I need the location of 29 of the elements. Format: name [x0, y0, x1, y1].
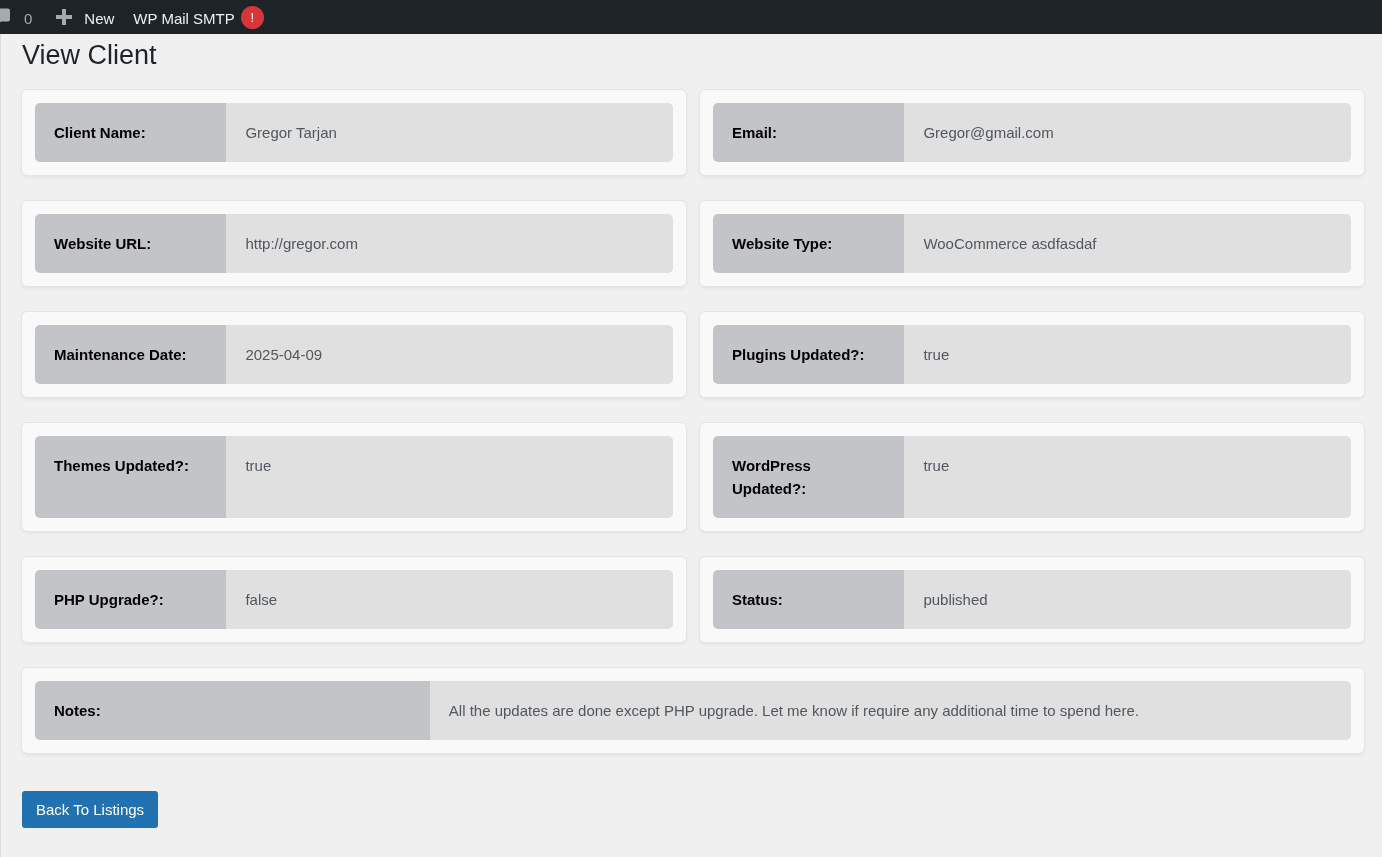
- field-value: published: [904, 570, 1351, 629]
- field-value: WooCommerce asdfasdaf: [904, 214, 1351, 273]
- field-label: Themes Updated?:: [35, 436, 227, 518]
- field-value: Gregor Tarjan: [226, 103, 673, 162]
- field-value: http://gregor.com: [226, 214, 673, 273]
- field-label: Client Name:: [35, 103, 227, 162]
- field-label: WordPress Updated?:: [713, 436, 905, 518]
- field-label: Plugins Updated?:: [713, 325, 905, 384]
- plugin-link[interactable]: WP Mail SMTP !: [133, 0, 264, 34]
- field-value: false: [226, 570, 673, 629]
- field-label: Email:: [713, 103, 905, 162]
- comments-link[interactable]: 0: [0, 0, 33, 34]
- field-label: Website URL:: [35, 214, 227, 273]
- new-link[interactable]: New: [56, 0, 115, 34]
- field-value: true: [904, 325, 1351, 384]
- field-label: PHP Upgrade?:: [35, 570, 227, 629]
- field-label: Status:: [713, 570, 905, 629]
- notification-badge: !: [240, 5, 264, 29]
- field-label: Website Type:: [713, 214, 905, 273]
- field-value: true: [226, 436, 673, 518]
- page-title: View Client: [22, 39, 157, 72]
- back-button[interactable]: Back To Listings: [22, 791, 159, 828]
- field-label: Notes:: [35, 681, 430, 740]
- field-value: Gregor@gmail.com: [904, 103, 1351, 162]
- field-value: 2025-04-09: [226, 325, 673, 384]
- plus-icon: [56, 9, 73, 25]
- field-value: true: [904, 436, 1351, 518]
- field-value: All the updates are done except PHP upgrade. Let me know if require any additional time to spend here.: [429, 681, 1351, 740]
- field-label: Maintenance Date:: [35, 325, 227, 384]
